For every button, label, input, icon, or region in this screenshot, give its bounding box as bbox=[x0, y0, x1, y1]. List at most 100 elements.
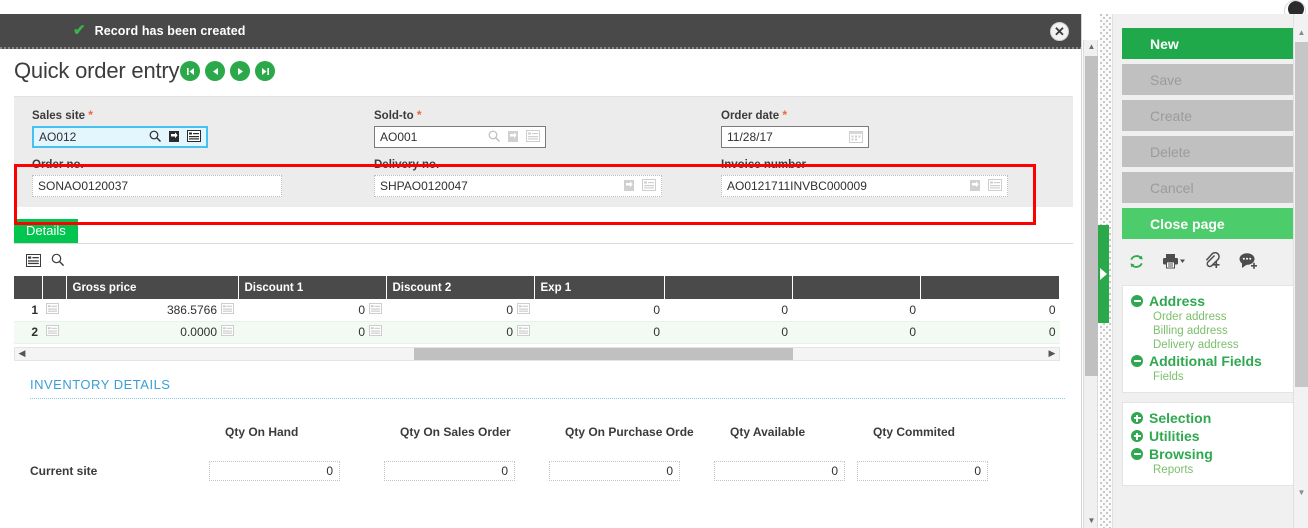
cell-row-menu-icon[interactable] bbox=[42, 321, 66, 344]
cell-discount-2[interactable]: 0 bbox=[386, 321, 534, 344]
th-discount-2[interactable]: Discount 2 bbox=[386, 276, 535, 299]
jump-to-icon[interactable] bbox=[969, 179, 985, 194]
scroll-up-arrow-icon[interactable]: ▲ bbox=[1294, 26, 1308, 40]
cell-exp-1[interactable]: 0 bbox=[534, 299, 664, 322]
table-row[interactable]: 2 0.0000 0 0 0 0 0 0 bbox=[14, 321, 1060, 344]
scroll-thumb[interactable] bbox=[414, 347, 793, 360]
cell-col-9[interactable]: 0 bbox=[920, 321, 1060, 344]
nav-first-button[interactable] bbox=[180, 61, 201, 81]
invoice-number-input[interactable]: AO0121711INVBC000009 bbox=[721, 175, 1008, 197]
inv-cell-qty-on-hand[interactable]: 0 bbox=[209, 460, 340, 481]
print-icon[interactable] bbox=[1162, 253, 1186, 275]
tab-details[interactable]: Details bbox=[14, 219, 78, 243]
th-exp-1[interactable]: Exp 1 bbox=[534, 276, 665, 299]
list-view-icon[interactable] bbox=[26, 253, 41, 272]
sidebar-link-order-address[interactable]: Order address bbox=[1123, 310, 1298, 324]
list-icon[interactable] bbox=[517, 325, 530, 339]
scroll-up-arrow-icon[interactable]: ▲ bbox=[1084, 40, 1099, 54]
scroll-down-arrow-icon[interactable]: ▼ bbox=[1294, 486, 1308, 500]
panel-collapse-handle[interactable] bbox=[1098, 225, 1109, 323]
th-col-9[interactable] bbox=[920, 276, 1060, 299]
cell-discount-1[interactable]: 0 bbox=[238, 321, 386, 344]
main-vertical-scrollbar[interactable]: ▲ ▼ bbox=[1083, 40, 1098, 528]
save-button[interactable]: Save bbox=[1122, 64, 1299, 95]
sidebar-link-delivery-address[interactable]: Delivery address bbox=[1123, 338, 1298, 352]
scroll-thumb[interactable] bbox=[1085, 56, 1098, 376]
expand-plus-icon[interactable] bbox=[1131, 430, 1143, 442]
sidebar-group-browsing[interactable]: Browsing bbox=[1123, 445, 1298, 463]
close-circle-icon[interactable]: ✕ bbox=[1050, 22, 1069, 41]
sidebar-group-additional-fields[interactable]: Additional Fields bbox=[1123, 352, 1298, 370]
nav-next-button[interactable] bbox=[230, 61, 251, 81]
search-icon[interactable] bbox=[488, 130, 504, 145]
cell-col-7[interactable]: 0 bbox=[664, 299, 792, 322]
comment-icon[interactable] bbox=[1238, 252, 1258, 275]
scroll-track[interactable] bbox=[29, 347, 1045, 361]
table-row[interactable]: 1 386.5766 0 0 0 0 0 0 bbox=[14, 299, 1060, 322]
list-icon[interactable] bbox=[642, 178, 658, 194]
cell-row-menu-icon[interactable] bbox=[42, 299, 66, 322]
calendar-icon[interactable] bbox=[849, 130, 865, 145]
sidebar-group-selection[interactable]: Selection bbox=[1123, 409, 1298, 427]
list-icon[interactable] bbox=[369, 302, 382, 317]
sidebar-group-utilities[interactable]: Utilities bbox=[1123, 427, 1298, 445]
collapse-minus-icon[interactable] bbox=[1131, 355, 1143, 367]
th-discount-1[interactable]: Discount 1 bbox=[238, 276, 387, 299]
cell-col-9[interactable]: 0 bbox=[920, 299, 1060, 322]
cell-col-8[interactable]: 0 bbox=[792, 299, 920, 322]
refresh-icon[interactable] bbox=[1128, 253, 1145, 275]
create-button[interactable]: Create bbox=[1122, 100, 1299, 131]
th-col-7[interactable] bbox=[664, 276, 793, 299]
search-icon[interactable] bbox=[51, 253, 65, 272]
inv-cell-qty-on-sales-order[interactable]: 0 bbox=[384, 460, 515, 481]
attachment-icon[interactable] bbox=[1203, 251, 1221, 275]
cell-discount-2[interactable]: 0 bbox=[386, 299, 534, 322]
order-date-input[interactable]: 11/28/17 bbox=[721, 126, 869, 148]
delivery-no-input[interactable]: SHPAO0120047 bbox=[374, 175, 662, 197]
collapse-minus-icon[interactable] bbox=[1131, 295, 1143, 307]
cell-gross-price[interactable]: 386.5766 bbox=[66, 299, 238, 322]
sidebar-link-fields[interactable]: Fields bbox=[1123, 370, 1298, 384]
search-icon[interactable] bbox=[149, 130, 165, 145]
inv-cell-qty-available[interactable]: 0 bbox=[714, 460, 845, 481]
collapse-minus-icon[interactable] bbox=[1131, 448, 1143, 460]
cell-col-8[interactable]: 0 bbox=[792, 321, 920, 344]
cancel-button[interactable]: Cancel bbox=[1122, 172, 1299, 203]
cell-col-7[interactable]: 0 bbox=[664, 321, 792, 344]
delete-button[interactable]: Delete bbox=[1122, 136, 1299, 167]
table-horizontal-scrollbar[interactable]: ◀ ▶ bbox=[14, 346, 1060, 361]
nav-last-button[interactable] bbox=[255, 61, 276, 81]
scroll-right-arrow-icon[interactable]: ▶ bbox=[1045, 348, 1059, 359]
nav-previous-button[interactable] bbox=[205, 61, 226, 81]
cell-exp-1[interactable]: 0 bbox=[534, 321, 664, 344]
th-gross-price[interactable]: Gross price bbox=[66, 276, 239, 299]
th-col-8[interactable] bbox=[792, 276, 921, 299]
th-icon[interactable] bbox=[42, 276, 67, 299]
inv-cell-qty-commited[interactable]: 0 bbox=[857, 460, 988, 481]
list-icon[interactable] bbox=[221, 325, 234, 339]
scroll-down-arrow-icon[interactable]: ▼ bbox=[1084, 514, 1099, 528]
list-icon[interactable] bbox=[517, 302, 530, 317]
cell-gross-price[interactable]: 0.0000 bbox=[66, 321, 238, 344]
jump-to-icon[interactable] bbox=[507, 130, 523, 145]
sidebar-link-reports[interactable]: Reports bbox=[1123, 463, 1298, 477]
sales-site-input[interactable]: AO012 bbox=[32, 126, 208, 148]
cell-discount-1[interactable]: 0 bbox=[238, 299, 386, 322]
new-button[interactable]: New bbox=[1122, 28, 1299, 59]
list-icon[interactable] bbox=[221, 302, 234, 317]
th-rownum[interactable] bbox=[14, 276, 43, 299]
expand-plus-icon[interactable] bbox=[1131, 412, 1143, 424]
sidebar-group-address[interactable]: Address bbox=[1123, 292, 1298, 310]
sold-to-input[interactable]: AO001 bbox=[374, 126, 546, 148]
list-icon[interactable] bbox=[187, 129, 203, 145]
order-no-input[interactable]: SONAO0120037 bbox=[32, 175, 282, 197]
close-page-button[interactable]: Close page bbox=[1122, 208, 1299, 239]
jump-to-icon[interactable] bbox=[168, 130, 184, 145]
list-icon[interactable] bbox=[526, 129, 542, 145]
inventory-details-title[interactable]: INVENTORY DETAILS bbox=[30, 377, 170, 392]
sidebar-scrollbar[interactable]: ▲ ▼ bbox=[1293, 14, 1308, 528]
list-icon[interactable] bbox=[369, 325, 382, 339]
scroll-thumb[interactable] bbox=[1295, 42, 1308, 387]
inv-cell-qty-on-purchase-order[interactable]: 0 bbox=[549, 460, 680, 481]
list-icon[interactable] bbox=[988, 178, 1004, 194]
